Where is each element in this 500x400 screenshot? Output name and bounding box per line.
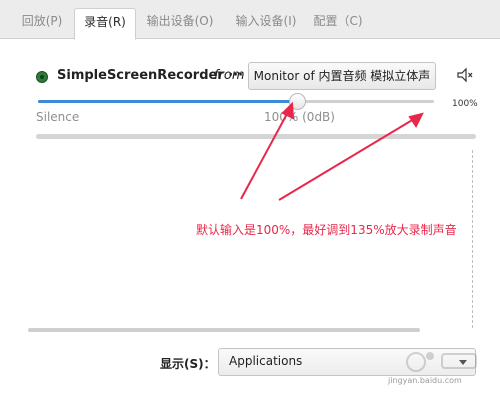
unity-level-label: 100% (0dB) — [264, 110, 335, 124]
volume-percent-label: 100% — [452, 99, 478, 109]
tab-input-devices[interactable]: 输入设备(I) — [226, 8, 306, 38]
tab-output-devices[interactable]: 输出设备(O) — [140, 8, 220, 38]
arrow-to-handle — [240, 111, 289, 200]
watermark-url: jingyan.baidu.com — [388, 376, 462, 385]
mute-speaker-icon[interactable] — [456, 66, 474, 84]
volume-slider-track[interactable] — [38, 100, 434, 103]
tab-recording[interactable]: 录音(R) — [74, 8, 136, 40]
level-meter-bar — [36, 134, 476, 139]
display-label: 显示(S)： — [160, 357, 216, 371]
horizontal-scrollbar[interactable] — [28, 328, 420, 332]
panel-divider — [472, 150, 473, 328]
recording-stream-row: SimpleScreenRecorder ··· from Monitor of… — [36, 62, 476, 93]
arrow-head-icon — [408, 112, 424, 128]
source-device-button[interactable]: Monitor of 内置音频 模拟立体声 — [248, 62, 436, 90]
annotation-text: 默认输入是100%，最好调到135%放大录制声音 — [196, 223, 457, 237]
from-label: from — [214, 68, 245, 83]
display-filter-value: Applications — [229, 354, 303, 368]
arrow-to-max — [278, 118, 415, 201]
tab-bar: 回放(P) 录音(R) 输出设备(O) 输入设备(I) 配置（C) — [0, 0, 500, 40]
volume-slider-handle[interactable] — [289, 93, 306, 110]
tab-playback[interactable]: 回放(P) — [16, 8, 68, 38]
volume-slider-fill — [38, 100, 297, 103]
silence-label: Silence — [36, 110, 80, 124]
tab-configuration[interactable]: 配置（C) — [310, 8, 366, 38]
stream-status-icon — [36, 71, 48, 83]
annotation-arrows — [240, 101, 424, 201]
